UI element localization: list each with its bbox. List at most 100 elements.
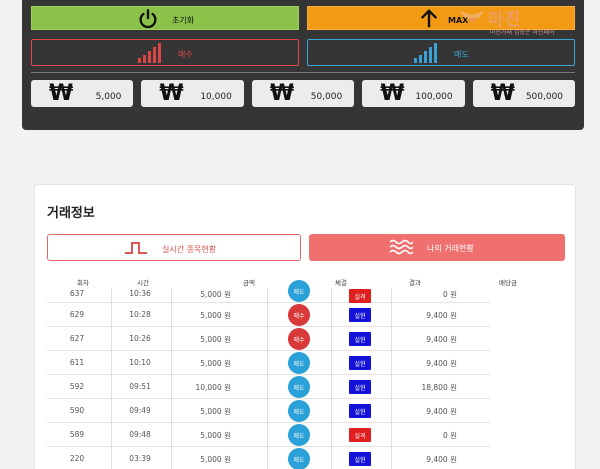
column-divider [391, 327, 392, 350]
pulse-wave-icon [125, 242, 147, 254]
amount-button-10000[interactable]: ₩ 10,000 [141, 80, 244, 107]
cell-result: 0 원 [442, 290, 457, 299]
cell-round: 637 [69, 289, 85, 298]
column-divider [331, 447, 332, 469]
cell-round: 611 [69, 358, 85, 367]
column-divider [331, 351, 332, 374]
won-icon: ₩ [490, 81, 515, 106]
side-badge: 매도 [288, 280, 310, 302]
cell-round: 590 [69, 406, 85, 415]
column-divider [267, 447, 268, 469]
cell-amount: 5,000 원 [200, 431, 231, 440]
cell-amount: 5,000 원 [200, 290, 231, 299]
col-round: 회차 [77, 279, 89, 287]
cell-round: 629 [69, 310, 85, 319]
table-row[interactable]: 637 10:36 5,000 원 매도 실격 0 원 [47, 280, 490, 303]
col-amount: 금액 [243, 279, 255, 287]
column-divider [267, 375, 268, 398]
trade-info-card: 거래정보 실시간 종목현황 나의 거래현황 회차 시간 금액 체결 결과 배당금… [34, 184, 576, 469]
cell-amount: 5,000 원 [200, 311, 231, 320]
side-badge: 매수 [288, 304, 310, 326]
wing-logo-icon [460, 11, 484, 23]
column-divider [111, 423, 112, 446]
cell-time: 09:51 [129, 382, 151, 391]
column-divider [267, 423, 268, 446]
table-row[interactable]: 627 10:26 5,000 원 매수 실현 9,400 원 [47, 327, 490, 351]
column-divider [111, 288, 112, 302]
trade-table-body: 637 10:36 5,000 원 매도 실격 0 원 629 10:28 5,000 원 매수 실… [47, 280, 490, 469]
sell-label: 매도 [454, 50, 469, 59]
power-icon [139, 9, 157, 29]
column-divider [111, 327, 112, 350]
amount-button-5000[interactable]: ₩ 5,000 [31, 80, 134, 107]
column-divider [331, 375, 332, 398]
column-divider [267, 288, 268, 302]
reset-button[interactable]: 초기화 [31, 6, 299, 30]
column-divider [331, 303, 332, 326]
side-badge: 매도 [288, 424, 310, 446]
cell-round: 220 [69, 454, 85, 463]
column-divider [391, 399, 392, 422]
side-badge: 매수 [288, 328, 310, 350]
amount-button-50000[interactable]: ₩ 50,000 [251, 80, 355, 107]
cell-result: 18,800 원 [421, 383, 457, 392]
column-divider [391, 375, 392, 398]
table-row[interactable]: 611 10:10 5,000 원 매도 실현 9,400 원 [47, 351, 490, 375]
table-row[interactable]: 589 09:48 5,000 원 매도 실격 0 원 [47, 423, 490, 447]
side-badge: 매도 [288, 352, 310, 374]
won-icon: ₩ [269, 81, 295, 106]
column-divider [267, 327, 268, 350]
status-badge: 실격 [349, 289, 371, 303]
column-divider [111, 375, 112, 398]
cell-result: 9,400 원 [426, 359, 457, 368]
buy-label: 매수 [178, 50, 193, 59]
col-time: 시간 [137, 279, 149, 287]
column-divider [391, 447, 392, 469]
table-row[interactable]: 220 03:39 5,000 원 매도 실현 9,400 원 [47, 447, 490, 469]
amount-button-500000[interactable]: ₩ 500,000 [472, 80, 576, 107]
status-badge: 실현 [349, 452, 371, 466]
cell-time: 09:49 [129, 406, 151, 415]
table-row[interactable]: 629 10:28 5,000 원 매수 실현 9,400 원 [47, 303, 490, 327]
amount-value: 5,000 [95, 92, 122, 102]
amount-value: 50,000 [310, 92, 343, 102]
cell-amount: 5,000 원 [200, 335, 231, 344]
cell-result: 9,400 원 [426, 335, 457, 344]
cell-amount: 10,000 원 [195, 383, 231, 392]
tab-my-trades-label: 나의 거래현황 [427, 244, 474, 253]
column-divider [331, 288, 332, 302]
buy-button[interactable]: 매수 [31, 39, 299, 66]
cell-time: 10:10 [129, 358, 151, 367]
side-badge: 매도 [288, 376, 310, 398]
waves-icon [389, 239, 413, 255]
amount-value: 100,000 [415, 92, 453, 102]
status-badge: 실현 [349, 380, 371, 394]
bar-chart-icon [414, 43, 437, 63]
cell-amount: 5,000 원 [200, 407, 231, 416]
table-row[interactable]: 592 09:51 10,000 원 매도 실현 18,800 원 [47, 375, 490, 399]
amount-button-100000[interactable]: ₩ 100,000 [362, 80, 465, 107]
tab-realtime[interactable]: 실시간 종목현황 [47, 234, 301, 261]
status-badge: 실현 [349, 404, 371, 418]
amount-value: 10,000 [200, 92, 232, 102]
cell-result: 9,400 원 [426, 311, 457, 320]
arrow-up-icon [420, 9, 438, 28]
tab-realtime-label: 실시간 종목현황 [162, 245, 217, 254]
column-divider [111, 447, 112, 469]
tab-my-trades[interactable]: 나의 거래현황 [309, 234, 565, 261]
cell-result: 9,400 원 [426, 455, 457, 464]
won-icon: ₩ [159, 81, 184, 106]
status-badge: 실현 [349, 332, 371, 346]
cell-time: 10:26 [129, 334, 151, 343]
amount-value: 500,000 [525, 92, 564, 102]
cell-time: 10:36 [129, 289, 151, 298]
table-row[interactable]: 590 09:49 5,000 원 매도 실현 9,400 원 [47, 399, 490, 423]
page-root: { "controls": { "reset_label": "초기화", "m… [0, 0, 600, 469]
section-title: 거래정보 [47, 206, 95, 221]
divider [31, 72, 575, 73]
bar-chart-icon [138, 43, 161, 63]
reset-label: 초기화 [172, 16, 195, 25]
cell-time: 09:48 [129, 430, 151, 439]
column-divider [331, 399, 332, 422]
side-badge: 매도 [288, 448, 310, 469]
